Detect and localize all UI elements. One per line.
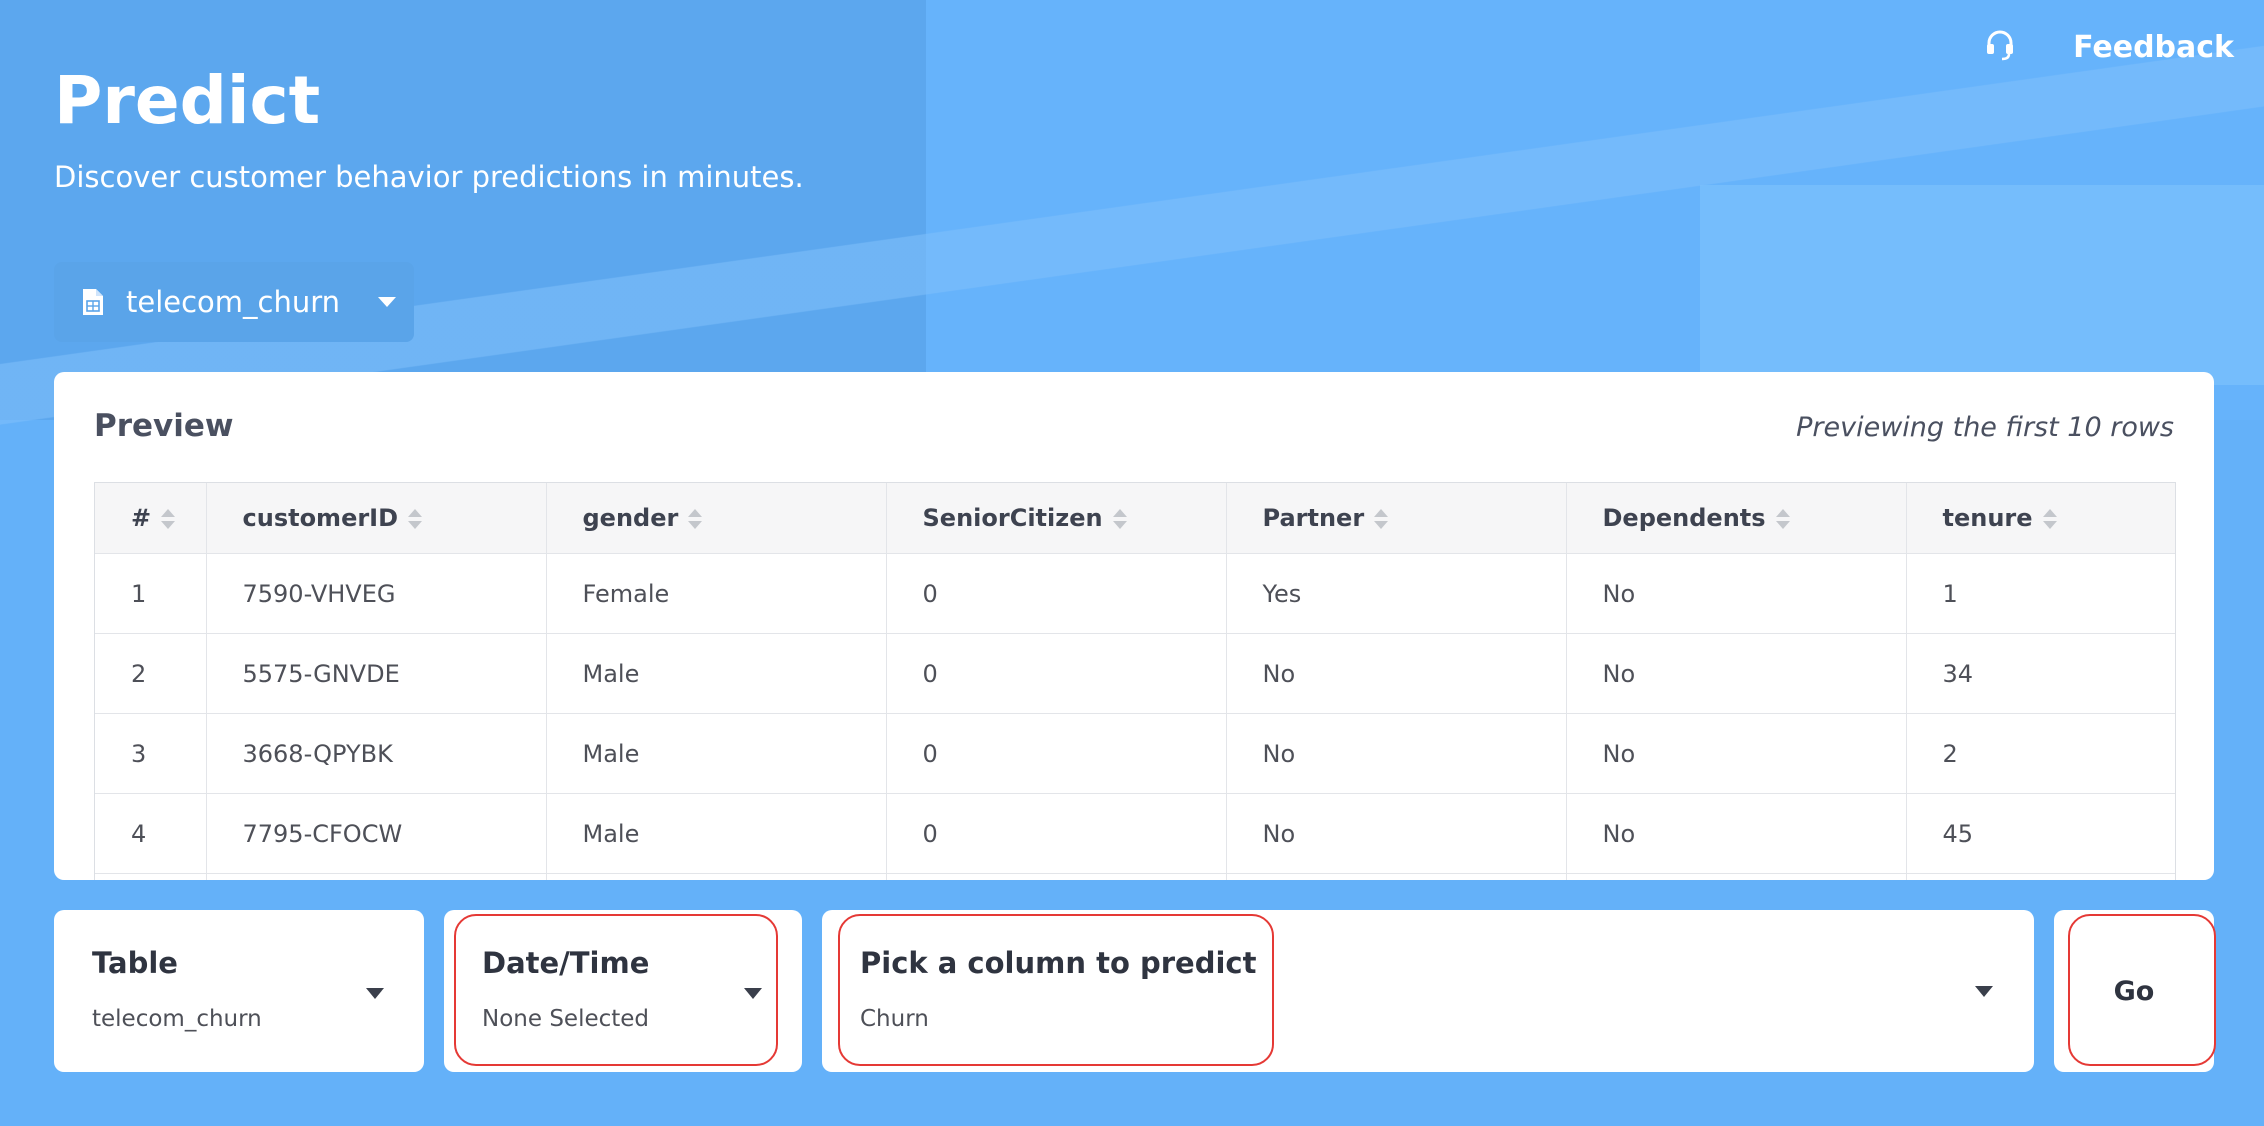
table-cell — [95, 873, 207, 880]
caret-down-icon — [378, 297, 397, 307]
preview-title: Preview — [94, 408, 234, 444]
table-cell: 2 — [1906, 713, 2175, 794]
column-header[interactable]: SeniorCitizen — [886, 483, 1227, 554]
table-row: 1 7590-VHVEG Female 0 Yes No 1 — [95, 553, 2175, 634]
highlight-box — [2068, 914, 2216, 1066]
table-cell: 2 — [95, 633, 207, 714]
table-cell: 7590-VHVEG — [206, 553, 547, 634]
table-cell: 1 — [95, 553, 207, 634]
table-cell: Female — [546, 553, 887, 634]
table-cell: No — [1226, 633, 1567, 714]
table-cell: 34 — [1906, 633, 2175, 714]
table-cell: No — [1566, 713, 1907, 794]
table-cell: 7795-CFOCW — [206, 793, 547, 874]
caret-down-icon — [1975, 986, 1993, 997]
sort-icon[interactable] — [1112, 509, 1127, 529]
sort-icon[interactable] — [161, 509, 176, 529]
table-cell: 0 — [886, 713, 1227, 794]
table-cell: 0 — [886, 793, 1227, 874]
sort-icon[interactable] — [688, 509, 703, 529]
column-header[interactable]: tenure — [1906, 483, 2175, 554]
table-cell: No — [1226, 713, 1567, 794]
highlight-box — [838, 914, 1274, 1066]
table-select-label: Table — [92, 946, 178, 980]
table-cell: 45 — [1906, 793, 2175, 874]
headset-icon[interactable] — [1983, 28, 2017, 66]
dataset-name: telecom_churn — [126, 285, 341, 319]
feedback-link[interactable]: Feedback — [2073, 30, 2234, 65]
table-select[interactable]: Table telecom_churn — [54, 910, 424, 1072]
column-header[interactable]: Partner — [1226, 483, 1567, 554]
table-cell — [546, 873, 887, 880]
table-cell: 3668-QPYBK — [206, 713, 547, 794]
table-row: 2 5575-GNVDE Male 0 No No 34 — [95, 633, 2175, 714]
page-subtitle: Discover customer behavior predictions i… — [54, 160, 804, 194]
column-header[interactable]: gender — [546, 483, 887, 554]
table-cell — [206, 873, 547, 880]
table-select-value: telecom_churn — [92, 1006, 262, 1032]
table-cell — [1226, 873, 1567, 880]
table-cell — [1906, 873, 2175, 880]
table-cell: 0 — [886, 633, 1227, 714]
column-header[interactable]: # — [95, 483, 207, 554]
dataset-selector[interactable]: telecom_churn — [54, 262, 414, 342]
table-cell: Male — [546, 633, 887, 714]
sort-icon[interactable] — [1775, 509, 1790, 529]
preview-note: Previewing the first 10 rows — [1796, 412, 2174, 443]
table-row: 4 7795-CFOCW Male 0 No No 45 — [95, 793, 2175, 874]
file-spreadsheet-icon — [83, 289, 103, 315]
table-cell: 1 — [1906, 553, 2175, 634]
table-cell: 3 — [95, 713, 207, 794]
column-header[interactable]: Dependents — [1566, 483, 1907, 554]
table-cell — [1566, 873, 1907, 880]
highlight-box — [454, 914, 778, 1066]
table-cell: 4 — [95, 793, 207, 874]
sort-icon[interactable] — [408, 509, 423, 529]
table-cell: 5575-GNVDE — [206, 633, 547, 714]
table-cell: 0 — [886, 553, 1227, 634]
sort-icon[interactable] — [1374, 509, 1389, 529]
caret-down-icon — [366, 988, 384, 999]
table-cell: No — [1566, 553, 1907, 634]
page-title: Predict — [54, 62, 321, 139]
preview-card: Preview Previewing the first 10 rows # c… — [54, 372, 2214, 880]
table-cell: No — [1226, 793, 1567, 874]
sort-icon[interactable] — [2042, 509, 2057, 529]
table-cell: Male — [546, 713, 887, 794]
feedback-area: Feedback — [1983, 28, 2234, 66]
table-cell: Yes — [1226, 553, 1567, 634]
column-header[interactable]: customerID — [206, 483, 547, 554]
table-cell — [886, 873, 1227, 880]
table-row: 3 3668-QPYBK Male 0 No No 2 — [95, 713, 2175, 794]
table-header-row: # customerID gender SeniorCitizen Partne… — [95, 483, 2175, 554]
preview-table[interactable]: # customerID gender SeniorCitizen Partne… — [94, 482, 2176, 880]
table-cell: Male — [546, 793, 887, 874]
table-cell: No — [1566, 793, 1907, 874]
table-row — [95, 873, 2175, 880]
table-cell: No — [1566, 633, 1907, 714]
